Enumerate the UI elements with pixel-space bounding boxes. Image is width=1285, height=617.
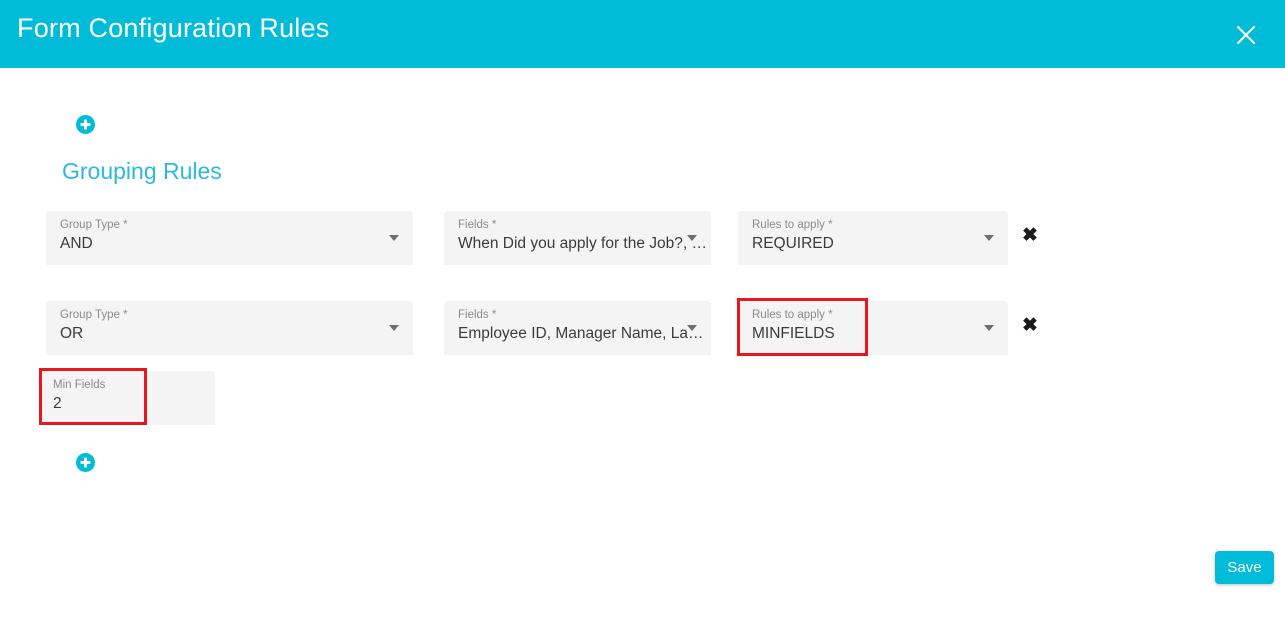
chevron-down-icon-group-type-row-1[interactable] <box>389 235 399 241</box>
rules-to-apply-value-row-1: REQUIRED <box>752 235 834 252</box>
add-group-icon-bottom[interactable] <box>76 453 95 472</box>
dialog-title: Form Configuration Rules <box>17 13 330 43</box>
dialog-body: Grouping Rules Group Type * AND Fields *… <box>0 68 1285 617</box>
group-type-select-row-2[interactable]: Group Type * OR <box>46 301 413 355</box>
section-title-grouping-rules: Grouping Rules <box>62 158 222 184</box>
rules-to-apply-label-row-2: Rules to apply * <box>752 309 833 321</box>
chevron-down-icon-fields-row-1[interactable] <box>687 235 697 241</box>
chevron-down-icon-group-type-row-2[interactable] <box>389 325 399 331</box>
group-type-value-row-1: AND <box>60 235 93 252</box>
group-type-label-row-1: Group Type * <box>60 219 128 231</box>
add-group-icon-top[interactable] <box>76 115 95 134</box>
min-fields-value: 2 <box>53 395 62 412</box>
min-fields-label: Min Fields <box>53 379 106 391</box>
chevron-down-icon-rules-row-2[interactable] <box>984 325 994 331</box>
delete-rule-icon-row-2[interactable]: ✖ <box>1021 316 1039 335</box>
fields-value-row-2: Employee ID, Manager Name, La… <box>458 325 704 342</box>
save-button[interactable]: Save <box>1215 551 1274 584</box>
fields-label-row-2: Fields * <box>458 309 497 321</box>
fields-select-row-2[interactable]: Fields * Employee ID, Manager Name, La… <box>444 301 711 355</box>
group-type-select-row-1[interactable]: Group Type * AND <box>46 211 413 265</box>
rules-to-apply-value-row-2: MINFIELDS <box>752 325 835 342</box>
min-fields-input[interactable]: Min Fields 2 <box>39 371 215 425</box>
chevron-down-icon-fields-row-2[interactable] <box>687 325 697 331</box>
group-type-value-row-2: OR <box>60 325 84 342</box>
close-icon[interactable] <box>1229 18 1263 52</box>
rules-to-apply-label-row-1: Rules to apply * <box>752 219 833 231</box>
chevron-down-icon-rules-row-1[interactable] <box>984 235 994 241</box>
dialog-header: Form Configuration Rules <box>0 0 1285 68</box>
rules-to-apply-select-row-2[interactable]: Rules to apply * MINFIELDS <box>738 301 1008 355</box>
fields-label-row-1: Fields * <box>458 219 497 231</box>
rules-to-apply-select-row-1[interactable]: Rules to apply * REQUIRED <box>738 211 1008 265</box>
form-configuration-rules-dialog: Form Configuration Rules Grouping Rules … <box>0 0 1285 617</box>
group-type-label-row-2: Group Type * <box>60 309 128 321</box>
delete-rule-icon-row-1[interactable]: ✖ <box>1021 226 1039 245</box>
fields-value-row-1: When Did you apply for the Job?, … <box>458 235 707 252</box>
fields-select-row-1[interactable]: Fields * When Did you apply for the Job?… <box>444 211 711 265</box>
